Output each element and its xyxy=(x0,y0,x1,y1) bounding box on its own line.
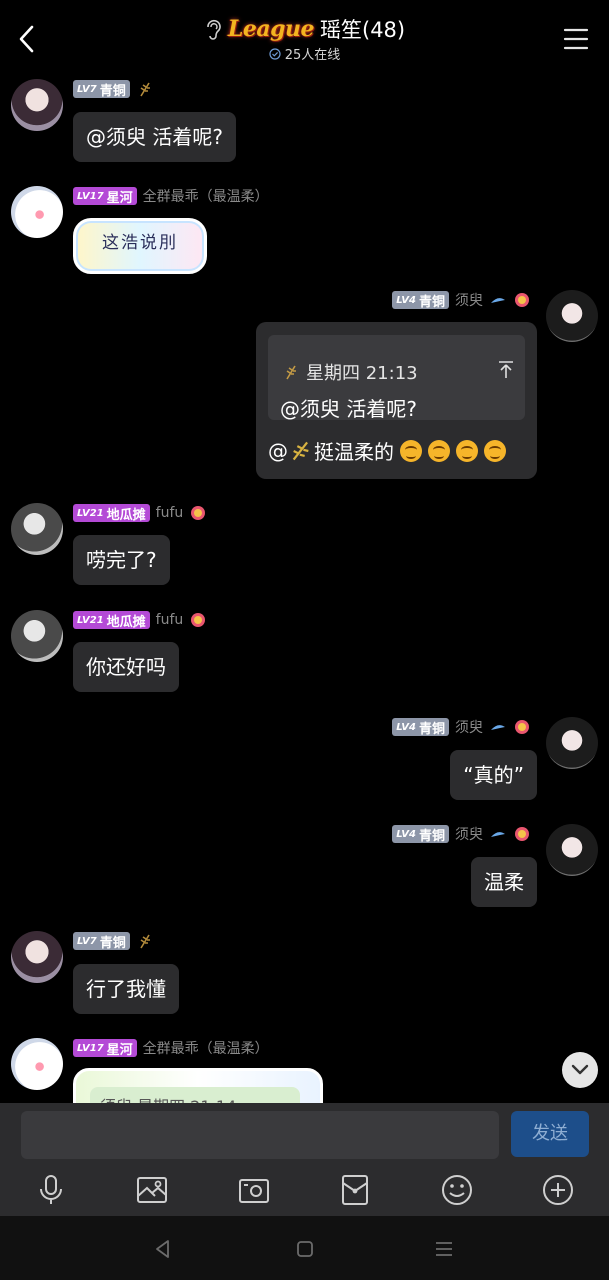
avatar[interactable] xyxy=(546,717,598,769)
online-count: 25人在线 xyxy=(284,48,341,63)
reply-bubble[interactable]: 星期四 21:13 @须臾 活着呢? @ 挺温柔的 xyxy=(256,322,537,479)
avatar[interactable] xyxy=(11,1038,63,1090)
bird-icon xyxy=(491,832,505,837)
avatar[interactable] xyxy=(11,503,63,555)
input-area: 发送 xyxy=(0,1103,609,1216)
flower-icon xyxy=(191,506,206,520)
upside-down-smiley-icon xyxy=(400,439,422,462)
sender-name: 须臾 xyxy=(455,720,483,736)
check-circle-icon xyxy=(269,47,281,60)
level-badge: LV21 地瓜摊 xyxy=(73,504,150,523)
level-badge: LV21 地瓜摊 xyxy=(73,611,150,630)
jump-to-icon[interactable] xyxy=(497,359,515,379)
group-title[interactable]: 瑶笙(48) xyxy=(320,14,405,44)
upside-down-smiley-icon xyxy=(484,439,506,462)
red-packet-icon[interactable] xyxy=(338,1173,372,1207)
sticker-message[interactable]: 这浩说刖 xyxy=(73,218,207,274)
message-7: LV4 青铜 须臾 温柔 xyxy=(0,823,609,913)
level-badge: LV7 青铜 xyxy=(73,80,130,99)
ear-icon xyxy=(207,19,221,40)
microphone-icon[interactable] xyxy=(34,1173,68,1207)
avatar[interactable] xyxy=(11,79,63,131)
upside-down-smiley-icon xyxy=(428,439,450,462)
wheat-icon xyxy=(140,82,150,97)
message-2: LV17 星河 全群最乖（最温柔） 这浩说刖 xyxy=(0,185,609,275)
quote-text: @须臾 活着呢? xyxy=(280,397,417,421)
message-bubble[interactable]: “真的” xyxy=(450,750,537,800)
bird-icon xyxy=(491,298,505,303)
level-badge: LV17 星河 xyxy=(73,187,137,206)
message-1: LV7 青铜 @须臾 活着呢? xyxy=(0,78,609,168)
league-logo: League xyxy=(227,16,315,42)
avatar[interactable] xyxy=(11,610,63,662)
wheat-icon xyxy=(286,365,296,380)
flower-icon xyxy=(515,827,529,841)
back-nav-icon[interactable] xyxy=(152,1238,174,1260)
online-status: 25人在线 xyxy=(269,44,341,63)
message-bubble[interactable]: 你还好吗 xyxy=(73,642,179,692)
at-symbol: @ xyxy=(268,438,288,463)
avatar[interactable] xyxy=(11,186,63,238)
sender-name: 须臾 xyxy=(455,827,483,843)
message-bubble[interactable]: @须臾 活着呢? xyxy=(73,112,236,162)
menu-icon[interactable] xyxy=(563,26,589,52)
system-nav-bar xyxy=(0,1216,609,1280)
quoted-message[interactable]: 星期四 21:13 @须臾 活着呢? xyxy=(268,335,525,421)
message-6: LV4 青铜 须臾 “真的” xyxy=(0,716,609,806)
avatar[interactable] xyxy=(11,931,63,983)
image-icon[interactable] xyxy=(135,1173,169,1207)
partial-quote-text: 须臾 星期四 21:14 xyxy=(90,1087,300,1103)
wheat-icon xyxy=(140,934,150,949)
chat-header: League 瑶笙(48) 25人在线 xyxy=(0,0,609,78)
flower-icon xyxy=(515,293,529,307)
sender-name: fufu xyxy=(155,612,184,628)
message-bubble[interactable]: 唠完了? xyxy=(73,535,170,585)
sender-name: 全群最乖（最温柔） xyxy=(142,189,269,205)
level-badge: LV4 青铜 xyxy=(392,825,449,844)
sender-name: 全群最乖（最温柔） xyxy=(142,1041,269,1057)
message-8: LV7 青铜 行了我懂 xyxy=(0,930,609,1020)
message-bubble[interactable]: 温柔 xyxy=(471,857,537,907)
message-bubble[interactable]: 行了我懂 xyxy=(73,964,179,1014)
wheat-icon xyxy=(292,441,309,460)
upside-down-smiley-icon xyxy=(456,439,478,462)
message-9: LV17星河 全群最乖（最温柔） 须臾 星期四 21:14 xyxy=(0,1037,609,1103)
camera-icon[interactable] xyxy=(237,1173,271,1207)
message-5: LV21 地瓜摊 fufu 你还好吗 xyxy=(0,609,609,699)
avatar[interactable] xyxy=(546,824,598,876)
reply-text: 挺温柔的 xyxy=(314,440,394,464)
recents-nav-icon[interactable] xyxy=(433,1238,455,1260)
avatar[interactable] xyxy=(546,290,598,342)
plus-icon[interactable] xyxy=(541,1173,575,1207)
send-button[interactable]: 发送 xyxy=(511,1111,589,1157)
sender-name: fufu xyxy=(155,505,184,521)
level-badge: LV4 青铜 xyxy=(392,291,449,310)
level-badge: LV7 青铜 xyxy=(73,932,130,951)
scroll-to-bottom-icon[interactable] xyxy=(562,1052,598,1088)
level-badge: LV4 青铜 xyxy=(392,718,449,737)
sender-name: 须臾 xyxy=(455,293,483,309)
sticker-message[interactable]: 须臾 星期四 21:14 xyxy=(73,1068,323,1103)
message-4: LV21 地瓜摊 fufu 唠完了? xyxy=(0,502,609,592)
bird-icon xyxy=(491,725,505,730)
quote-timestamp: 星期四 21:13 xyxy=(306,363,418,384)
message-input[interactable] xyxy=(21,1111,499,1159)
flower-icon xyxy=(191,613,206,627)
level-badge: LV17 星河 xyxy=(73,1039,137,1058)
home-nav-icon[interactable] xyxy=(294,1238,316,1260)
emoji-icon[interactable] xyxy=(440,1173,474,1207)
flower-icon xyxy=(515,720,529,734)
